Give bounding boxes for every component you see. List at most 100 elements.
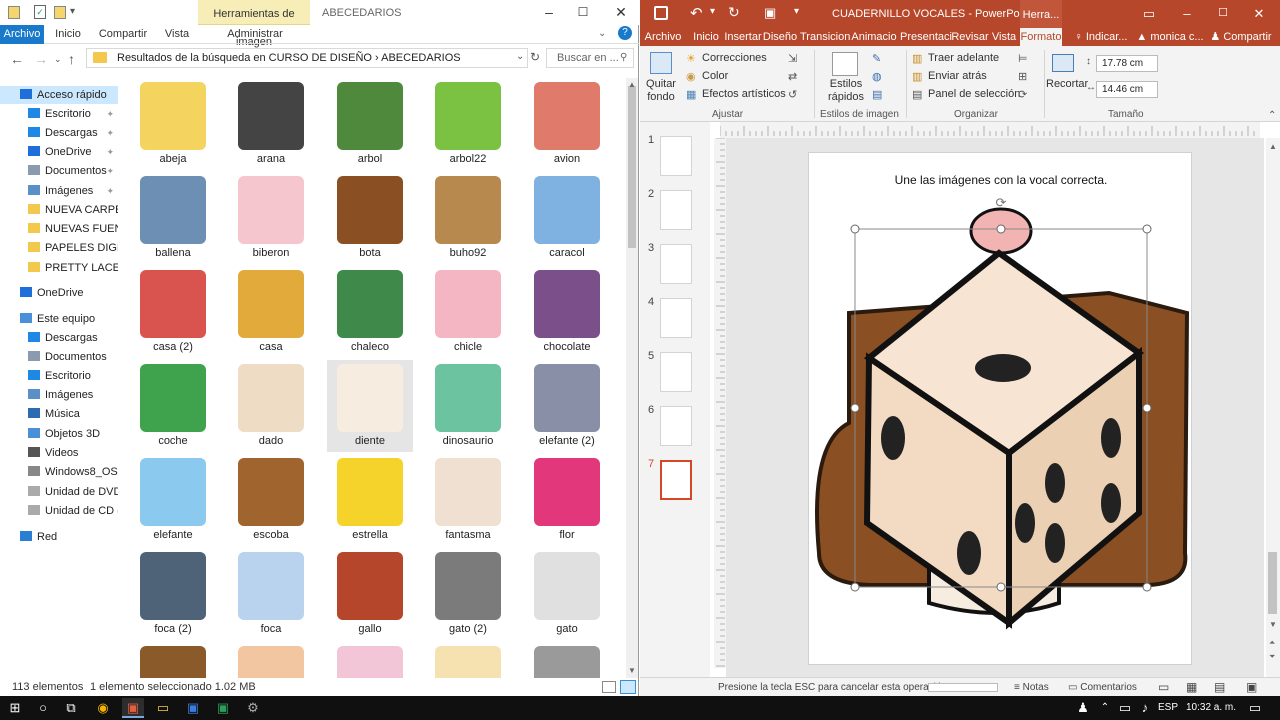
language-indicator[interactable]: ESP bbox=[1158, 702, 1178, 713]
file-item[interactable]: arana bbox=[228, 78, 314, 170]
clock[interactable]: 10:32 a. m. bbox=[1186, 702, 1236, 713]
pin-icon[interactable]: ✦ bbox=[106, 143, 114, 161]
slide-thumbnail[interactable] bbox=[660, 298, 692, 338]
tab-inicio[interactable]: Inicio bbox=[50, 25, 86, 44]
nav-item[interactable]: Imágenes ✦ bbox=[0, 182, 118, 200]
explorer-scroll-thumb[interactable] bbox=[628, 86, 636, 248]
file-item[interactable]: coche bbox=[130, 360, 216, 452]
reset-picture-icon[interactable]: ↺ bbox=[788, 88, 797, 101]
nav-item[interactable]: NUEVA CARPETAS bbox=[0, 201, 118, 219]
customize-qat-icon[interactable]: ▾ bbox=[794, 6, 799, 17]
picture-border-icon[interactable]: ✎ bbox=[872, 52, 881, 65]
slide-thumbnail[interactable] bbox=[660, 190, 692, 230]
tab-administrar[interactable]: Administrar bbox=[222, 25, 288, 44]
tab-compartir[interactable]: Compartir bbox=[96, 25, 150, 44]
start-windows-icon[interactable]: ⊞ bbox=[4, 698, 26, 718]
file-item[interactable]: elefante bbox=[130, 454, 216, 546]
file-item[interactable]: caracol bbox=[524, 172, 610, 264]
compress-pictures-icon[interactable]: ⇲ bbox=[788, 52, 797, 65]
nav-item[interactable]: Unidad de DVD R bbox=[0, 483, 118, 501]
app-icon[interactable]: ⚙ bbox=[242, 698, 264, 718]
nav-item[interactable]: OneDrive ✦ bbox=[0, 143, 118, 161]
tab-presentacion[interactable]: Presentaci bbox=[900, 28, 952, 46]
slide-thumbnail[interactable] bbox=[660, 352, 692, 392]
remove-background-button[interactable]: Quitar fondo bbox=[644, 78, 678, 104]
up-icon[interactable]: ↑ bbox=[68, 51, 75, 67]
back-icon[interactable]: ← bbox=[10, 51, 24, 67]
resize-handle[interactable] bbox=[1142, 224, 1152, 234]
help-icon[interactable]: ? bbox=[618, 26, 632, 40]
selection-pane-button[interactable]: Panel de selección bbox=[928, 88, 1020, 100]
corrections-button[interactable]: Correcciones bbox=[702, 52, 767, 64]
scroll-up-icon[interactable]: ▲ bbox=[628, 80, 636, 89]
align-icon[interactable]: ⊨ bbox=[1018, 52, 1028, 65]
resize-handle[interactable] bbox=[996, 224, 1006, 234]
picture-effects-icon[interactable]: ◍ bbox=[872, 70, 882, 83]
file-item[interactable]: gato bbox=[524, 548, 610, 640]
file-item[interactable]: dinosaurio bbox=[425, 360, 511, 452]
present-from-start-icon[interactable]: ▣ bbox=[764, 5, 776, 21]
chrome-icon[interactable]: ◉ bbox=[92, 698, 114, 718]
slide-sorter-icon[interactable]: ▦ bbox=[1186, 678, 1197, 697]
file-item[interactable]: diente bbox=[327, 360, 413, 452]
pin-icon[interactable]: ✦ bbox=[106, 124, 114, 142]
file-item[interactable]: avion bbox=[524, 78, 610, 170]
nav-item[interactable]: Escritorio bbox=[0, 367, 118, 385]
dice-clipart[interactable]: ⟳ bbox=[809, 193, 1193, 663]
nav-item[interactable]: Imágenes bbox=[0, 386, 118, 404]
file-item[interactable]: fantasma bbox=[425, 454, 511, 546]
refresh-icon[interactable]: ↻ bbox=[530, 50, 540, 64]
resize-handle[interactable] bbox=[996, 582, 1006, 592]
file-item[interactable] bbox=[228, 642, 314, 678]
slide-thumbnail[interactable] bbox=[660, 460, 692, 500]
file-item[interactable]: biberon bbox=[228, 172, 314, 264]
reading-view-icon[interactable]: ▤ bbox=[1214, 678, 1225, 697]
nav-item[interactable]: Documentos bbox=[0, 348, 118, 366]
maximize-button[interactable]: ☐ bbox=[574, 4, 592, 20]
slide-thumbnail[interactable] bbox=[660, 406, 692, 446]
volume-icon[interactable]: ♪ bbox=[1134, 698, 1156, 718]
nav-item[interactable]: Acceso rápido bbox=[0, 86, 118, 104]
file-item[interactable]: escoba bbox=[228, 454, 314, 546]
slide-thumbnail[interactable] bbox=[660, 244, 692, 284]
large-icons-view-icon[interactable] bbox=[620, 680, 636, 694]
normal-view-icon[interactable]: ▭ bbox=[1158, 678, 1169, 697]
nav-item[interactable]: Este equipo bbox=[0, 310, 118, 328]
file-item[interactable]: gallo bbox=[327, 548, 413, 640]
powerpoint-taskbar-icon[interactable]: ▣ bbox=[122, 698, 144, 718]
share-button[interactable]: ♟ Compartir bbox=[1206, 28, 1276, 46]
nav-item[interactable]: Videos bbox=[0, 444, 118, 462]
file-item[interactable]: casa (2) bbox=[130, 266, 216, 358]
nav-item[interactable]: Documentos ✦ bbox=[0, 162, 118, 180]
file-item[interactable]: bota bbox=[327, 172, 413, 264]
file-item[interactable]: buho92 bbox=[425, 172, 511, 264]
comments-button[interactable]: ▭ Comentarios bbox=[1068, 678, 1137, 697]
rotate-icon[interactable]: ⟳ bbox=[1018, 88, 1027, 101]
file-item[interactable]: foca (2) bbox=[130, 548, 216, 640]
file-item[interactable]: chicle bbox=[425, 266, 511, 358]
ribbon-display-options-icon[interactable]: ▭ bbox=[1138, 6, 1160, 22]
file-item[interactable]: dado bbox=[228, 360, 314, 452]
slide-7[interactable]: Une las imágenes con la vocal correcta. … bbox=[808, 152, 1192, 665]
group-objects-icon[interactable]: ⊞ bbox=[1018, 70, 1027, 83]
nav-item[interactable]: Unidad de CD (F:) bbox=[0, 502, 118, 520]
file-item[interactable] bbox=[524, 642, 610, 678]
tab-inicio[interactable]: Inicio bbox=[688, 28, 724, 46]
slideshow-icon[interactable]: ▣ bbox=[1246, 678, 1257, 697]
power-icon[interactable]: ▭ bbox=[1114, 698, 1136, 718]
file-item[interactable]: elefante (2) bbox=[524, 360, 610, 452]
file-item[interactable]: arbol22 bbox=[425, 78, 511, 170]
minimize-button[interactable]: – bbox=[540, 4, 558, 20]
tell-me-search[interactable]: ♀ Indicar... bbox=[1068, 28, 1134, 46]
nav-item[interactable]: PRETTY LACE RIB bbox=[0, 259, 118, 277]
word-icon[interactable]: ▣ bbox=[182, 698, 204, 718]
change-picture-icon[interactable]: ⇄ bbox=[788, 70, 797, 83]
scroll-up-icon[interactable]: ▲ bbox=[1269, 142, 1277, 151]
notes-button[interactable]: ≡ Notas bbox=[1014, 678, 1049, 697]
scroll-down-icon[interactable]: ▼ bbox=[628, 666, 636, 675]
width-input[interactable]: 14.46 cm bbox=[1096, 81, 1158, 98]
address-dropdown-icon[interactable]: ⌄ bbox=[516, 51, 524, 62]
nav-item[interactable]: Red bbox=[0, 528, 118, 546]
tab-diseno[interactable]: Diseño bbox=[762, 28, 798, 46]
save-icon[interactable] bbox=[654, 6, 668, 20]
